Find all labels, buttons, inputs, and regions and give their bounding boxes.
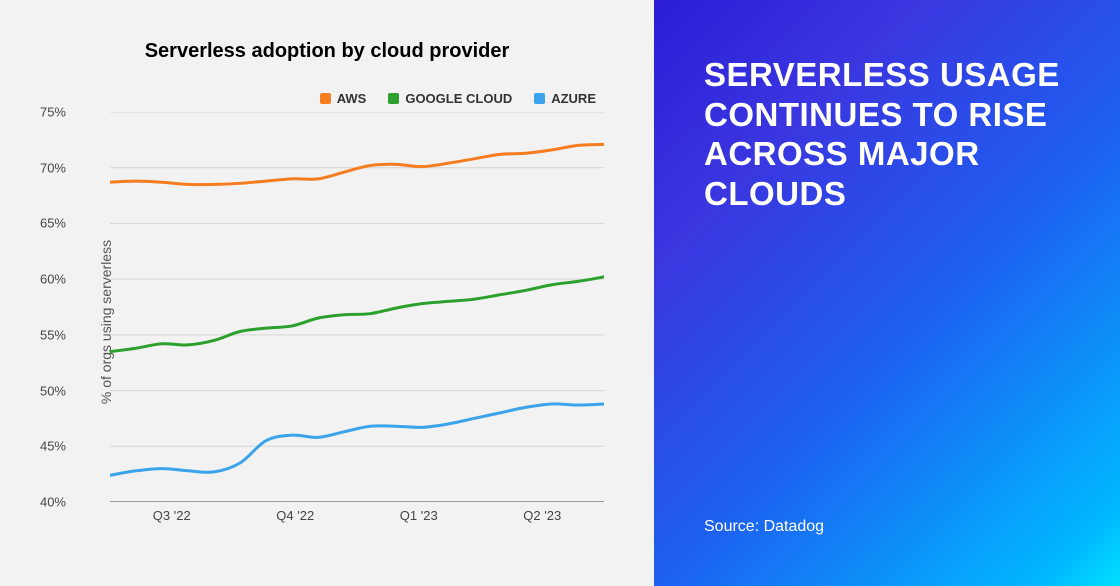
legend-item: AWS — [320, 91, 367, 106]
series-line — [110, 404, 604, 475]
headline-panel: SERVERLESS USAGE CONTINUES TO RISE ACROS… — [654, 0, 1120, 586]
y-tick: 70% — [40, 160, 66, 175]
y-tick: 60% — [40, 272, 66, 287]
x-tick: Q2 '23 — [523, 508, 561, 523]
legend-label: AZURE — [551, 91, 596, 106]
legend-item: GOOGLE CLOUD — [388, 91, 512, 106]
y-tick: 65% — [40, 216, 66, 231]
legend-swatch — [388, 93, 399, 104]
x-tick-labels: Q3 '22 Q4 '22 Q1 '23 Q2 '23 — [110, 502, 604, 524]
legend-label: AWS — [337, 91, 367, 106]
legend-swatch — [534, 93, 545, 104]
source-text: Source: Datadog — [704, 518, 1070, 536]
chart-legend: AWS GOOGLE CLOUD AZURE — [40, 91, 614, 106]
legend-item: AZURE — [534, 91, 596, 106]
line-chart — [110, 112, 604, 502]
y-tick: 75% — [40, 105, 66, 120]
y-tick: 45% — [40, 439, 66, 454]
x-tick: Q4 '22 — [276, 508, 314, 523]
chart-panel: Serverless adoption by cloud provider AW… — [0, 0, 654, 586]
headline-text: SERVERLESS USAGE CONTINUES TO RISE ACROS… — [704, 55, 1070, 213]
legend-swatch — [320, 93, 331, 104]
series-line — [110, 144, 604, 184]
y-tick: 40% — [40, 495, 66, 510]
series-line — [110, 277, 604, 352]
legend-label: GOOGLE CLOUD — [405, 91, 512, 106]
y-tick: 55% — [40, 327, 66, 342]
chart-title: Serverless adoption by cloud provider — [40, 40, 614, 63]
y-tick: 50% — [40, 383, 66, 398]
x-tick: Q1 '23 — [400, 508, 438, 523]
plot-area: 40%45%50%55%60%65%70%75% Q3 '22Q4 '22Q1 … — [110, 112, 614, 524]
x-tick: Q3 '22 — [153, 508, 191, 523]
